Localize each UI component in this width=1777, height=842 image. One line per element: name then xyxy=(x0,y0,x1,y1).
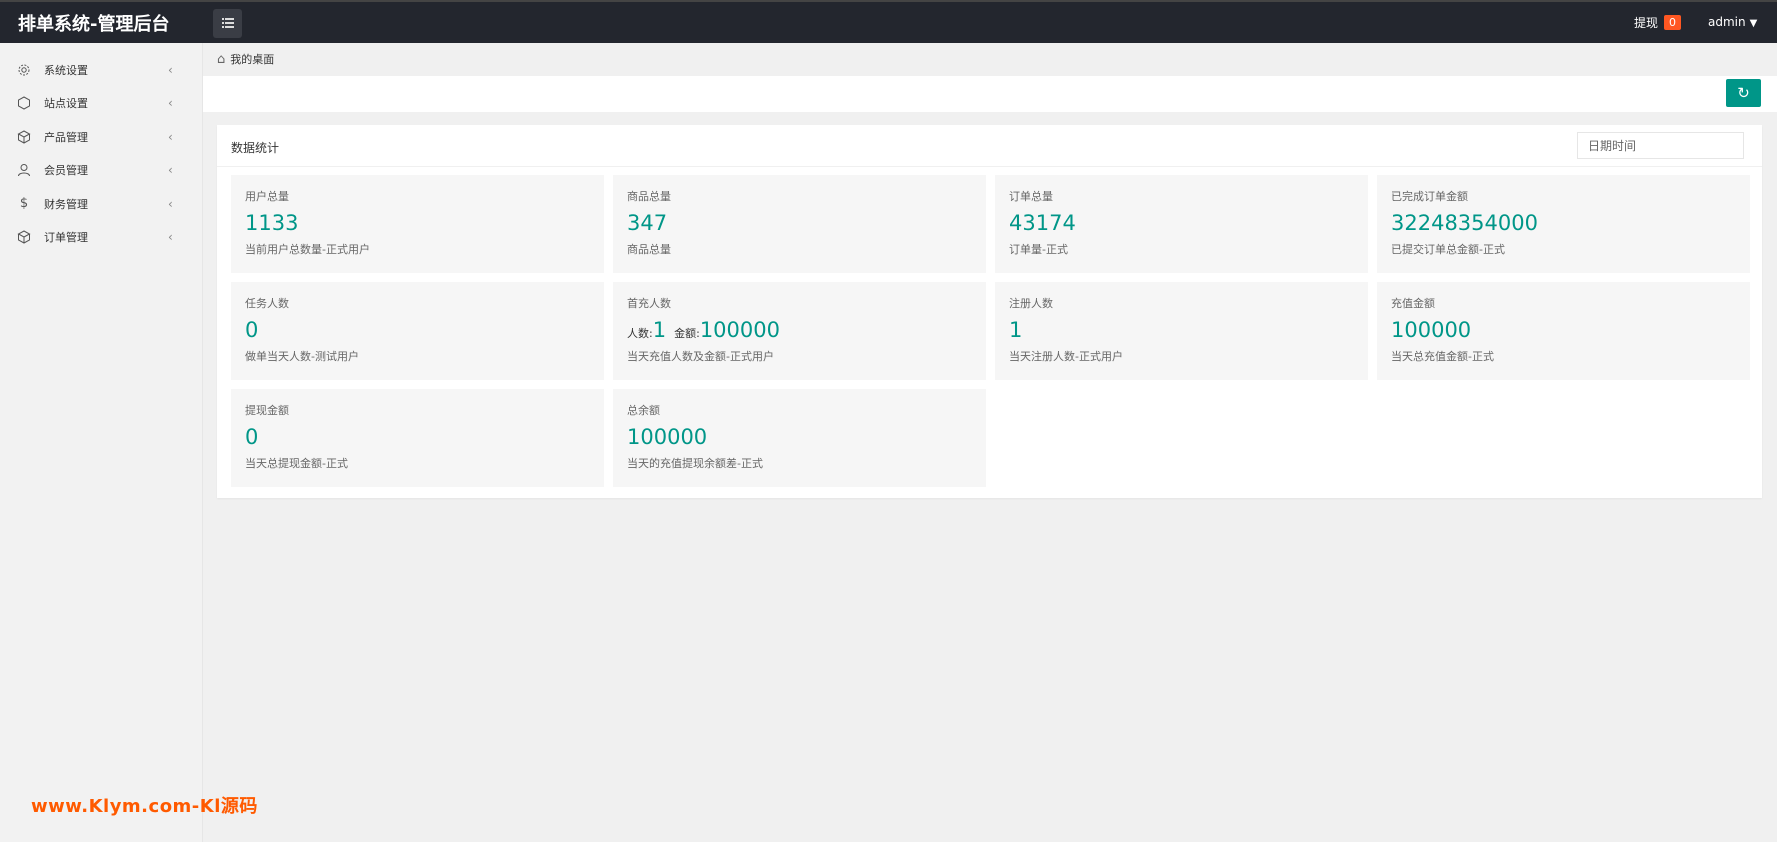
stat-label: 商品总量 xyxy=(627,190,671,203)
user-menu[interactable]: admin ▼ xyxy=(1708,15,1757,29)
breadcrumb-item-desktop[interactable]: 我的桌面 xyxy=(230,51,274,67)
sidebar-item-label: 系统设置 xyxy=(44,63,88,77)
stat-description: 当天总充值金额-正式 xyxy=(1391,350,1494,364)
stat-card-recharge-amount: 充值金额 100000 当天总充值金额-正式 xyxy=(1377,282,1750,380)
stat-label: 总余额 xyxy=(627,404,660,417)
stat-description: 当天注册人数-正式用户 xyxy=(1009,350,1123,364)
stat-value: 0 xyxy=(245,425,259,449)
site-watermark: www.Klym.com-Kl源码 xyxy=(31,796,258,817)
stat-value: 100000 xyxy=(1391,318,1472,342)
stat-description: 当天的充值提现余额差-正式 xyxy=(627,457,763,471)
caret-down-icon: ▼ xyxy=(1749,18,1758,29)
gear-icon xyxy=(16,62,32,78)
panel-title: 数据统计 xyxy=(231,141,280,155)
sidebar: 系统设置 ‹ 站点设置 ‹ 产品管理 ‹ 会员管理 ‹ $ 财务管理 ‹ 订单管… xyxy=(0,43,203,842)
menu-toggle-button[interactable] xyxy=(213,9,242,38)
breadcrumb: ⌂ 我的桌面 xyxy=(217,51,274,67)
dollar-icon: $ xyxy=(19,196,29,212)
stat-value: 32248354000 xyxy=(1391,211,1538,235)
stat-description: 当天总提现金额-正式 xyxy=(245,457,348,471)
stat-card-total-users: 用户总量 1133 当前用户总数量-正式用户 xyxy=(231,175,604,273)
chevron-left-icon: ‹ xyxy=(168,62,173,77)
list-icon xyxy=(221,16,234,32)
stat-label: 用户总量 xyxy=(245,190,289,203)
stat-label: 任务人数 xyxy=(245,297,289,310)
sidebar-item-system-settings[interactable]: 系统设置 ‹ xyxy=(0,53,202,87)
sidebar-item-product-management[interactable]: 产品管理 ‹ xyxy=(0,120,202,154)
stat-value: 43174 xyxy=(1009,211,1076,235)
stat-label: 充值金额 xyxy=(1391,297,1435,310)
amount-value: 100000 xyxy=(699,318,780,342)
sidebar-item-label: 财务管理 xyxy=(44,197,88,211)
stat-label: 提现金额 xyxy=(245,404,289,417)
stat-card-total-products: 商品总量 347 商品总量 xyxy=(613,175,986,273)
stat-card-first-recharge: 首充人数 人数: 1 金额: 100000 当天充值人数及金额-正式用户 xyxy=(613,282,986,380)
stat-description: 商品总量 xyxy=(627,243,671,257)
date-time-input[interactable] xyxy=(1577,132,1744,159)
top-navbar: 排单系统-管理后台 提现 0 admin ▼ xyxy=(0,0,1777,43)
stats-grid: 用户总量 1133 当前用户总数量-正式用户 商品总量 347 商品总量 订单总… xyxy=(231,175,1750,487)
cube-icon xyxy=(16,129,32,145)
stat-value-line: 人数: 1 金额: 100000 xyxy=(627,318,972,342)
stat-description: 已提交订单总金额-正式 xyxy=(1391,243,1505,257)
stat-label: 已完成订单金额 xyxy=(1391,190,1468,203)
cube-icon xyxy=(16,229,32,245)
hexagon-icon xyxy=(16,95,32,111)
sidebar-item-finance-management[interactable]: $ 财务管理 ‹ xyxy=(0,187,202,221)
stat-value: 1133 xyxy=(245,211,299,235)
stat-value: 100000 xyxy=(627,425,708,449)
withdraw-count-badge: 0 xyxy=(1664,15,1682,30)
sidebar-item-label: 会员管理 xyxy=(44,164,88,178)
home-icon: ⌂ xyxy=(217,51,226,67)
brand-title: 排单系统-管理后台 xyxy=(18,14,170,35)
stat-description: 当天充值人数及金额-正式用户 xyxy=(627,350,774,364)
sidebar-item-site-settings[interactable]: 站点设置 ‹ xyxy=(0,87,202,121)
sidebar-item-member-management[interactable]: 会员管理 ‹ xyxy=(0,154,202,188)
stat-card-total-orders: 订单总量 43174 订单量-正式 xyxy=(995,175,1368,273)
stat-value: 1 xyxy=(1009,318,1023,342)
user-name: admin xyxy=(1708,15,1746,29)
withdraw-label: 提现 xyxy=(1634,16,1659,30)
people-prefix: 人数: xyxy=(627,327,653,340)
stat-description: 订单量-正式 xyxy=(1009,243,1068,257)
stat-card-task-users: 任务人数 0 做单当天人数-测试用户 xyxy=(231,282,604,380)
chevron-left-icon: ‹ xyxy=(168,129,173,144)
chevron-left-icon: ‹ xyxy=(168,96,173,111)
stat-card-withdraw-amount: 提现金额 0 当天总提现金额-正式 xyxy=(231,389,604,487)
sidebar-item-label: 站点设置 xyxy=(44,97,88,111)
withdraw-link[interactable]: 提现 0 xyxy=(1634,14,1682,31)
sidebar-item-order-management[interactable]: 订单管理 ‹ xyxy=(0,221,202,255)
chevron-left-icon: ‹ xyxy=(168,230,173,245)
chevron-left-icon: ‹ xyxy=(168,163,173,178)
stat-label: 订单总量 xyxy=(1009,190,1053,203)
stat-card-completed-order-amount: 已完成订单金额 32248354000 已提交订单总金额-正式 xyxy=(1377,175,1750,273)
refresh-button[interactable]: ↻ xyxy=(1726,79,1761,107)
user-icon xyxy=(16,162,32,178)
sidebar-item-label: 订单管理 xyxy=(44,231,88,245)
refresh-icon: ↻ xyxy=(1737,84,1750,102)
stat-card-registrations: 注册人数 1 当天注册人数-正式用户 xyxy=(995,282,1368,380)
sidebar-item-label: 产品管理 xyxy=(44,130,88,144)
stat-label: 首充人数 xyxy=(627,297,671,310)
stat-value: 347 xyxy=(627,211,668,235)
stat-label: 注册人数 xyxy=(1009,297,1053,310)
stat-description: 做单当天人数-测试用户 xyxy=(245,350,359,364)
stat-description: 当前用户总数量-正式用户 xyxy=(245,243,370,257)
page-toolbar: ↻ xyxy=(203,76,1777,112)
stat-card-total-balance: 总余额 100000 当天的充值提现余额差-正式 xyxy=(613,389,986,487)
panel-header: 数据统计 xyxy=(217,125,1762,167)
stat-value: 0 xyxy=(245,318,259,342)
chevron-left-icon: ‹ xyxy=(168,196,173,211)
stats-panel: 数据统计 用户总量 1133 当前用户总数量-正式用户 商品总量 347 商品总… xyxy=(217,125,1762,498)
amount-prefix: 金额: xyxy=(674,327,700,340)
people-value: 1 xyxy=(652,318,667,342)
